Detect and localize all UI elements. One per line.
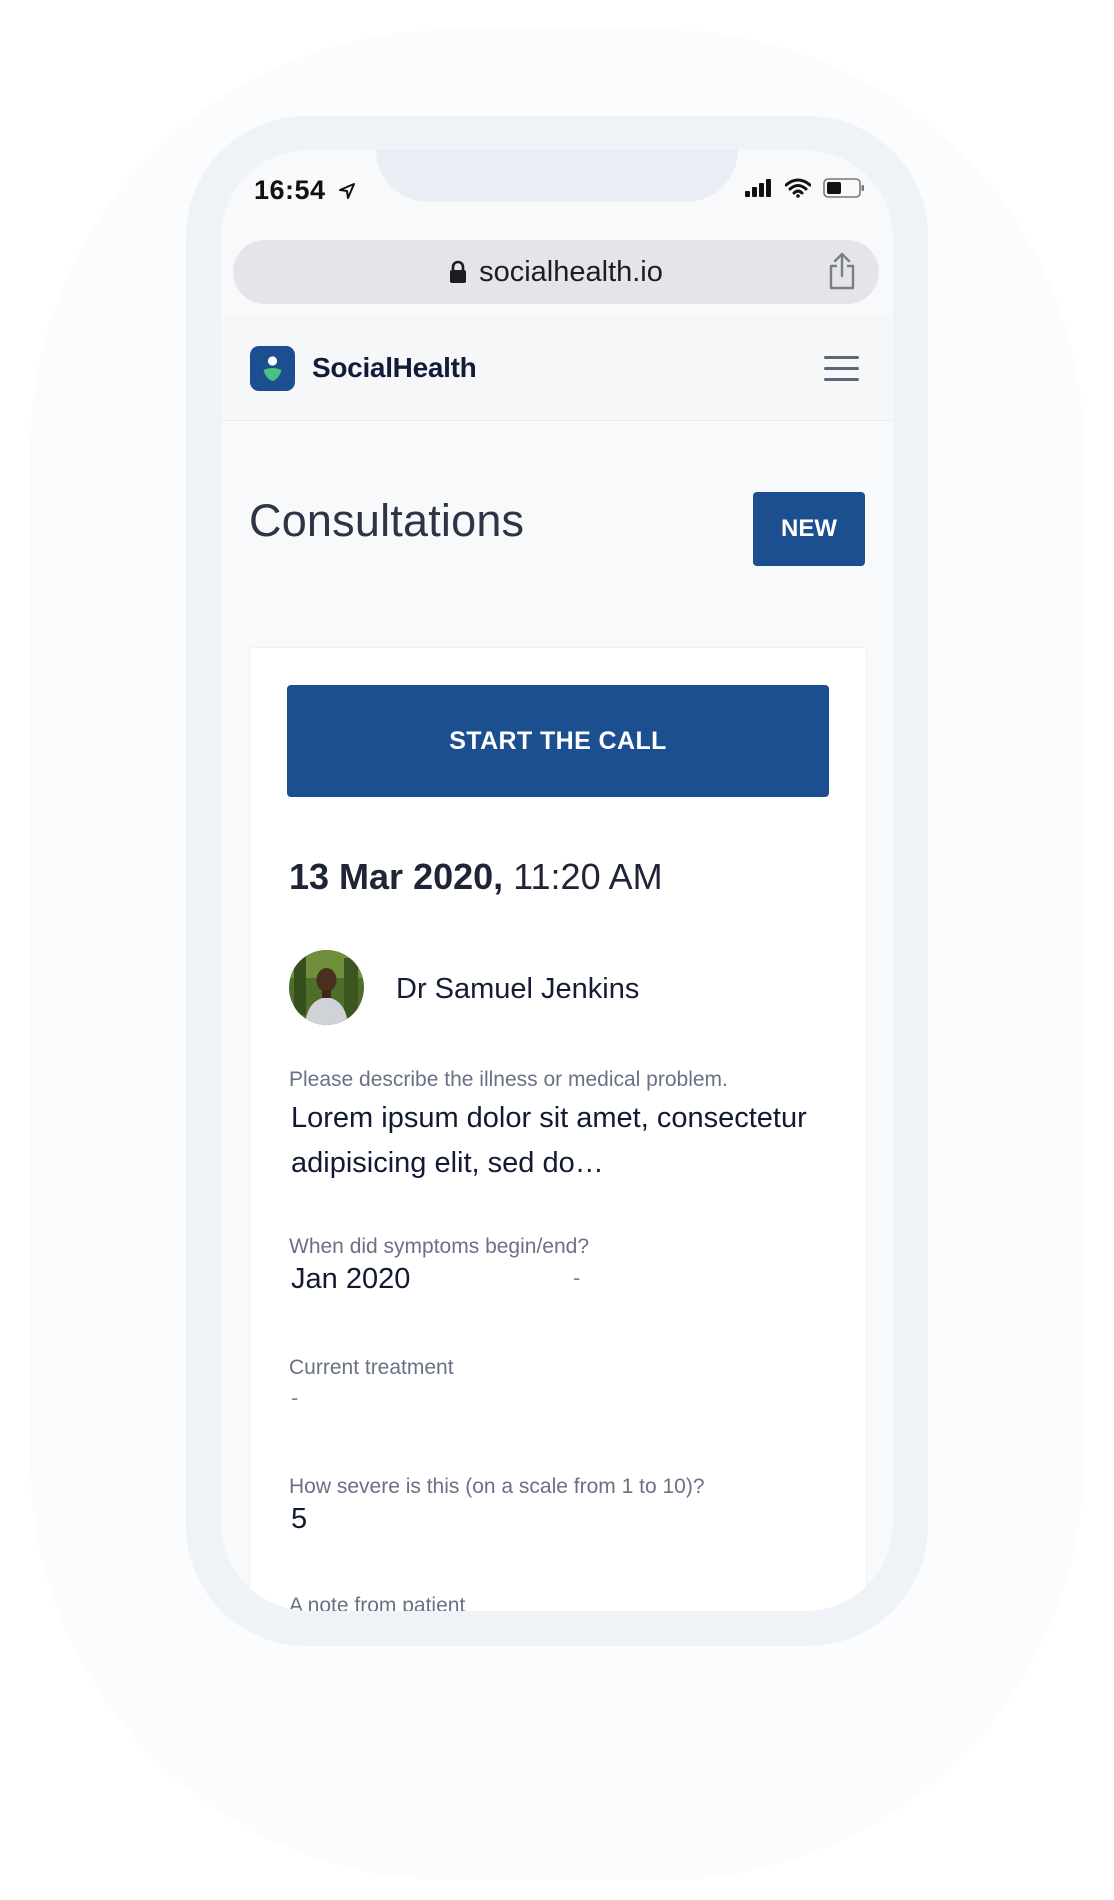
doctor-name: Dr Samuel Jenkins [396,973,640,1005]
consultation-date: 13 Mar 2020, [289,856,504,897]
consultation-card: START THE CALL 13 Mar 2020, 11:20 AM Dr … [249,647,867,1611]
menu-icon[interactable] [824,356,859,389]
location-arrow-icon [338,183,355,199]
doctor-avatar [289,950,364,1025]
status-bar-time: 16:54 [254,175,356,206]
severity-value: 5 [291,1503,308,1535]
new-consultation-button[interactable]: NEW [753,492,865,566]
consultation-time: 11:20 AM [513,856,663,897]
brand-name[interactable]: SocialHealth [312,352,477,384]
symptoms-begin-value: Jan 2020 [291,1263,411,1295]
start-call-button[interactable]: START THE CALL [287,685,829,797]
status-time-text: 16:54 [254,175,326,205]
phone-notch [376,150,738,202]
treatment-value: - [291,1385,299,1410]
page-title: Consultations [249,495,525,546]
logo-icon[interactable] [250,346,295,391]
consultation-datetime: 13 Mar 2020, 11:20 AM [289,856,663,898]
wifi-icon [785,178,811,198]
share-icon[interactable] [827,252,857,290]
status-icons [745,178,865,198]
phone-screen: 16:54 socialhealth.io SocialHealth Consu… [221,150,893,1611]
illness-value: Lorem ipsum dolor sit amet, consectetur … [291,1102,807,1179]
illness-label: Please describe the illness or medical p… [289,1068,728,1091]
battery-icon [823,178,864,198]
treatment-label: Current treatment [289,1356,454,1379]
browser-address-bar[interactable]: socialhealth.io [233,240,879,304]
url-text: socialhealth.io [479,255,663,288]
site-header: SocialHealth [221,316,893,421]
lock-icon [450,260,467,283]
cellular-signal-icon [745,179,771,197]
url-display: socialhealth.io [233,240,879,304]
severity-label: How severe is this (on a scale from 1 to… [289,1475,705,1498]
symptoms-label: When did symptoms begin/end? [289,1235,589,1258]
symptoms-end-value: - [573,1265,581,1290]
note-label: A note from patient [289,1594,466,1611]
